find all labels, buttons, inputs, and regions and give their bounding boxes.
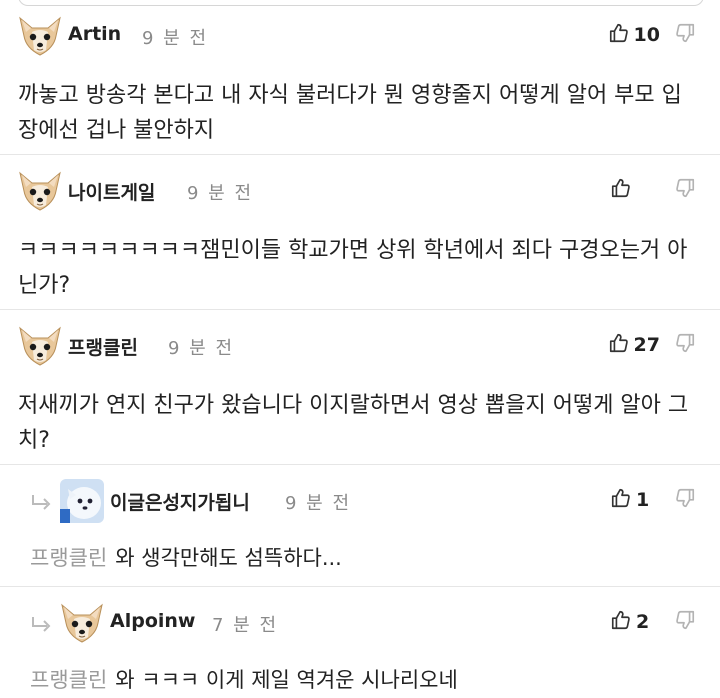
avatar[interactable] (60, 601, 104, 645)
like-count: 2 (636, 611, 650, 633)
comment-text: 프랭클린 와 ㅋㅋㅋ 이게 제일 역겨운 시나리오네 (30, 665, 696, 695)
timestamp: 9 분 전 (168, 338, 235, 359)
comment-text: 까놓고 방송각 본다고 내 자식 불러다가 뭔 영향줄지 어떻게 알어 부모 입… (18, 78, 696, 148)
dislike-button[interactable] (674, 177, 696, 203)
comment-item: Artin 9 분 전 10 까놓고 방송각 본다고 내 자식 불러다가 뭔 영향… (0, 0, 720, 155)
author-name[interactable]: 프랭클린 (68, 333, 138, 360)
author-name[interactable]: 나이트게일 (68, 178, 155, 205)
comment-header: 나이트게일 9 분 전 (18, 169, 702, 215)
author-name[interactable]: Alpoinw (110, 610, 195, 632)
dislike-button[interactable] (674, 22, 696, 48)
thumbs-down-icon (674, 488, 696, 513)
mention-tag[interactable]: 프랭클린 (30, 668, 107, 692)
like-button[interactable]: 2 (610, 609, 660, 635)
timestamp: 9 분 전 (142, 28, 209, 49)
vote-controls (610, 175, 696, 205)
comment-text: 프랭클린 와 생각만해도 섬뜩하다... (30, 543, 696, 573)
mention-tag[interactable]: 프랭클린 (30, 546, 107, 570)
thumbs-up-icon (608, 332, 630, 358)
like-count: 27 (633, 334, 660, 356)
vote-controls: 27 (608, 330, 696, 360)
reply-arrow-icon (30, 493, 54, 511)
thumbs-up-icon (610, 609, 632, 635)
thumbs-up-icon (608, 22, 630, 48)
thumbs-down-icon (674, 178, 696, 203)
thumbs-down-icon (674, 23, 696, 48)
like-button[interactable] (610, 177, 660, 203)
comment-body: 와 ㅋㅋㅋ 이게 제일 역겨운 시나리오네 (115, 668, 458, 692)
author-name[interactable]: Artin (68, 23, 121, 45)
timestamp: 7 분 전 (212, 615, 279, 636)
comment-header: Alpoinw 7 분 전 2 (30, 601, 702, 647)
thumbs-down-icon (674, 333, 696, 358)
timestamp: 9 분 전 (187, 183, 254, 204)
like-button[interactable]: 27 (608, 332, 660, 358)
thumbs-down-icon (674, 610, 696, 635)
comment-body: ㅋㅋㅋㅋㅋㅋㅋㅋㅋ잼민이들 학교가면 상위 학년에서 죄다 구경오는거 아닌가? (18, 238, 688, 298)
reply-item: 이글은성지가됩니 9 분 전 1 프랭클린 와 생각만해도 섬뜩하다... (0, 465, 720, 587)
dislike-button[interactable] (674, 609, 696, 635)
comment-header: 이글은성지가됩니 9 분 전 1 (30, 479, 702, 525)
dislike-button[interactable] (674, 332, 696, 358)
like-count: 10 (633, 24, 660, 46)
comment-item: 프랭클린 9 분 전 27 저새끼가 연지 친구가 왔습니다 이지랄하면서 영상 … (0, 310, 720, 465)
reply-arrow-icon (30, 615, 54, 633)
comment-body: 까놓고 방송각 본다고 내 자식 불러다가 뭔 영향줄지 어떻게 알어 부모 입… (18, 83, 682, 143)
comment-header: Artin 9 분 전 10 (18, 14, 702, 60)
like-count: 1 (636, 489, 650, 511)
like-button[interactable]: 10 (608, 22, 660, 48)
vote-controls: 10 (608, 20, 696, 50)
comment-list: Artin 9 분 전 10 까놓고 방송각 본다고 내 자식 불러다가 뭔 영향… (0, 0, 720, 698)
like-button[interactable]: 1 (610, 487, 660, 513)
reply-item: Alpoinw 7 분 전 2 프랭클린 와 ㅋㅋㅋ 이게 제일 역겨운 시나리오네 (0, 587, 720, 698)
vote-controls: 2 (610, 607, 696, 637)
comment-body: 와 생각만해도 섬뜩하다... (115, 546, 342, 570)
author-name[interactable]: 이글은성지가됩니 (110, 488, 250, 515)
comment-header: 프랭클린 9 분 전 27 (18, 324, 702, 370)
avatar[interactable] (18, 169, 62, 213)
dislike-button[interactable] (674, 487, 696, 513)
avatar[interactable] (18, 14, 62, 58)
comment-text: 저새끼가 연지 친구가 왔습니다 이지랄하면서 영상 뽑을지 어떻게 알아 그치… (18, 388, 696, 458)
thumbs-up-icon (610, 177, 632, 203)
comment-body: 저새끼가 연지 친구가 왔습니다 이지랄하면서 영상 뽑을지 어떻게 알아 그치… (18, 393, 689, 453)
comment-text: ㅋㅋㅋㅋㅋㅋㅋㅋㅋ잼민이들 학교가면 상위 학년에서 죄다 구경오는거 아닌가? (18, 233, 696, 303)
thumbs-up-icon (610, 487, 632, 513)
avatar[interactable] (60, 479, 104, 523)
vote-controls: 1 (610, 485, 696, 515)
avatar[interactable] (18, 324, 62, 368)
comment-item: 나이트게일 9 분 전 ㅋㅋㅋㅋㅋㅋㅋㅋㅋ잼민이들 학교가면 상위 학년에서 죄다… (0, 155, 720, 310)
timestamp: 9 분 전 (285, 493, 352, 514)
